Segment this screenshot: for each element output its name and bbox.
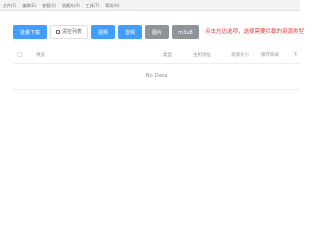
image-filter-button[interactable]: 图片 bbox=[145, 25, 169, 39]
select-all-checkbox[interactable] bbox=[17, 52, 22, 57]
audio-filter-button[interactable]: 音频 bbox=[118, 25, 142, 39]
menu-edit[interactable]: 编辑(E) bbox=[22, 0, 36, 11]
table-header: 预览 类型 主机地址 资源大小 保存目录 下 bbox=[13, 47, 300, 64]
menu-favorites[interactable]: 收藏夹(A) bbox=[62, 0, 80, 11]
video-filter-button[interactable]: 视频 bbox=[91, 25, 115, 39]
clear-list-label: 清空列表 bbox=[61, 29, 82, 35]
menu-file[interactable]: 文件(F) bbox=[3, 0, 16, 11]
resource-table: 预览 类型 主机地址 资源大小 保存目录 下 No Data bbox=[13, 47, 300, 90]
batch-download-button[interactable]: 批量下载 bbox=[13, 25, 47, 39]
column-save-dir: 保存目录 bbox=[261, 53, 279, 58]
column-download: 下 bbox=[293, 53, 298, 58]
column-type: 类型 bbox=[163, 53, 172, 58]
column-preview: 预览 bbox=[36, 53, 45, 58]
menu-view[interactable]: 查看(V) bbox=[42, 0, 56, 11]
column-size: 资源大小 bbox=[231, 53, 249, 58]
column-host: 主机地址 bbox=[193, 53, 211, 58]
menu-tools[interactable]: 工具(T) bbox=[86, 0, 100, 11]
m3u8-filter-button[interactable]: m3u8 bbox=[172, 25, 199, 39]
menu-bar: 文件(F) 编辑(E) 查看(V) 收藏夹(A) 工具(T) 帮助(H) bbox=[0, 0, 300, 11]
clear-list-button[interactable]: 清空列表 bbox=[50, 25, 88, 39]
filter-hint-text: 点击左边选项，选择需要拦截的资源类型 bbox=[205, 29, 305, 35]
toolbar: 批量下载 清空列表 视频 音频 图片 m3u8 点击左边选项，选择需要拦截的资源… bbox=[13, 25, 304, 39]
menu-help[interactable]: 帮助(H) bbox=[105, 0, 119, 11]
empty-table-text: No Data bbox=[13, 64, 300, 90]
clear-icon bbox=[55, 30, 60, 34]
